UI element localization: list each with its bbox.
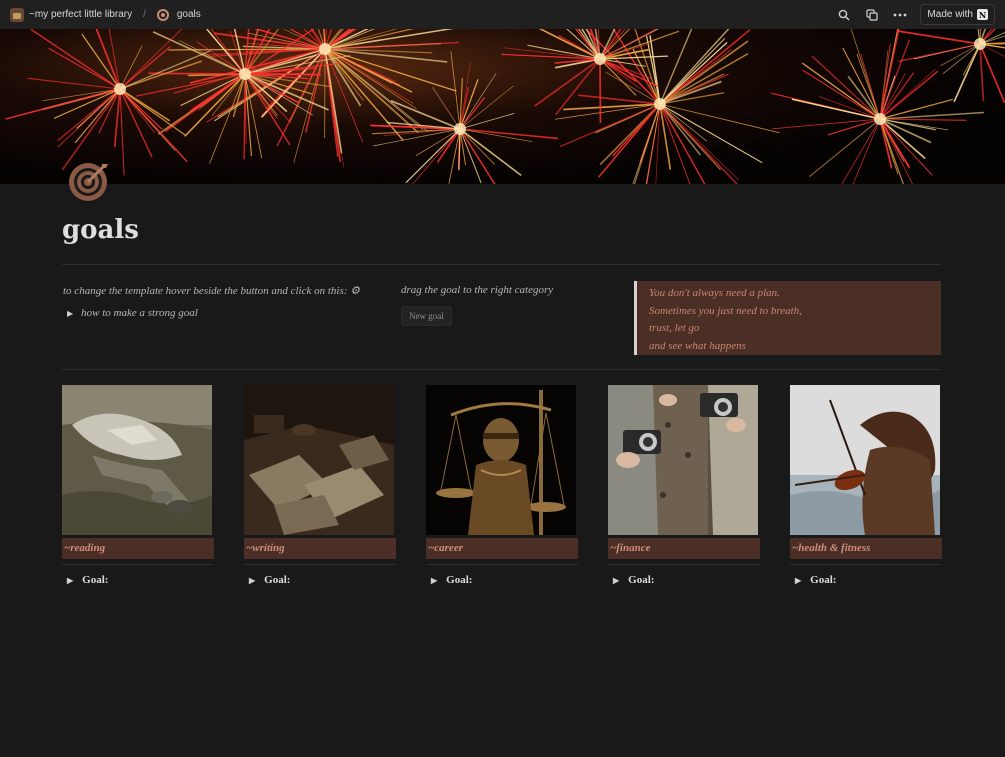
made-with-button[interactable]: Made with N <box>920 4 995 25</box>
goal-toggle[interactable]: ▶ Goal: <box>67 574 214 586</box>
goal-label: Goal: <box>264 574 291 586</box>
goal-toggle[interactable]: ▶ Goal: <box>795 574 942 586</box>
reading-image <box>62 385 212 535</box>
goal-label: Goal: <box>82 574 109 586</box>
divider <box>426 564 578 565</box>
breadcrumb-workspace[interactable]: ~my perfect little library <box>29 9 132 20</box>
goal-label: Goal: <box>810 574 837 586</box>
more-icon[interactable] <box>892 7 908 23</box>
career-image <box>426 385 576 535</box>
category-card-career[interactable]: ~career ▶ Goal: <box>426 385 578 586</box>
search-icon[interactable] <box>836 7 852 23</box>
triangle-right-icon[interactable]: ▶ <box>249 576 255 585</box>
duplicate-icon[interactable] <box>864 7 880 23</box>
category-label: ~health & fitness <box>790 538 942 559</box>
target-icon <box>156 8 169 21</box>
category-label: ~writing <box>244 538 396 559</box>
category-card-health-fitness[interactable]: ~health & fitness ▶ Goal: <box>790 385 942 586</box>
drag-hint: drag the goal to the right category <box>401 284 554 296</box>
template-hint: to change the template hover beside the … <box>63 285 361 297</box>
divider <box>608 564 760 565</box>
quote-line: Sometimes you just need to breath, <box>649 304 802 317</box>
made-with-label: Made with <box>927 9 973 20</box>
cover-image <box>0 29 1005 184</box>
new-goal-button[interactable]: New goal <box>401 306 452 326</box>
triangle-right-icon[interactable]: ▶ <box>613 576 619 585</box>
divider <box>62 264 941 265</box>
divider <box>790 564 942 565</box>
toggle-strong-goal[interactable]: ▶ how to make a strong goal <box>67 307 383 319</box>
quote-line: trust, let go <box>649 322 700 334</box>
category-label: ~finance <box>608 538 760 559</box>
library-icon[interactable] <box>10 7 24 22</box>
category-card-reading[interactable]: ~reading ▶ Goal: <box>62 385 214 586</box>
notion-logo-icon: N <box>977 9 988 20</box>
category-label: ~reading <box>62 538 214 559</box>
triangle-right-icon[interactable]: ▶ <box>795 576 801 585</box>
divider <box>62 369 941 370</box>
breadcrumb: ~my perfect little library / goals <box>10 7 201 22</box>
target-icon[interactable] <box>66 160 110 204</box>
goal-label: Goal: <box>628 574 655 586</box>
triangle-right-icon[interactable]: ▶ <box>431 576 437 585</box>
writing-image <box>244 385 394 535</box>
quote-line: You don't always need a plan. <box>649 287 780 299</box>
quote-callout: You don't always need a plan. Sometimes … <box>634 281 941 355</box>
divider <box>62 564 214 565</box>
quote-line: and see what happens <box>649 339 746 352</box>
toggle-label[interactable]: how to make a strong goal <box>81 307 198 319</box>
category-label: ~career <box>426 538 578 559</box>
breadcrumb-separator: / <box>143 9 146 20</box>
goal-label: Goal: <box>446 574 473 586</box>
category-card-finance[interactable]: ~finance ▶ Goal: <box>608 385 760 586</box>
triangle-right-icon[interactable]: ▶ <box>67 309 73 318</box>
goal-toggle[interactable]: ▶ Goal: <box>249 574 396 586</box>
triangle-right-icon[interactable]: ▶ <box>67 576 73 585</box>
top-bar: ~my perfect little library / goals Made … <box>0 0 1005 29</box>
instructions-column: to change the template hover beside the … <box>63 284 383 319</box>
divider <box>244 564 396 565</box>
drag-column: drag the goal to the right category New … <box>401 284 611 326</box>
category-card-writing[interactable]: ~writing ▶ Goal: <box>244 385 396 586</box>
finance-image <box>608 385 758 535</box>
goal-toggle[interactable]: ▶ Goal: <box>431 574 578 586</box>
breadcrumb-page[interactable]: goals <box>177 9 201 20</box>
health-fitness-image <box>790 385 940 535</box>
page-title: goals <box>62 215 139 245</box>
goal-toggle[interactable]: ▶ Goal: <box>613 574 760 586</box>
